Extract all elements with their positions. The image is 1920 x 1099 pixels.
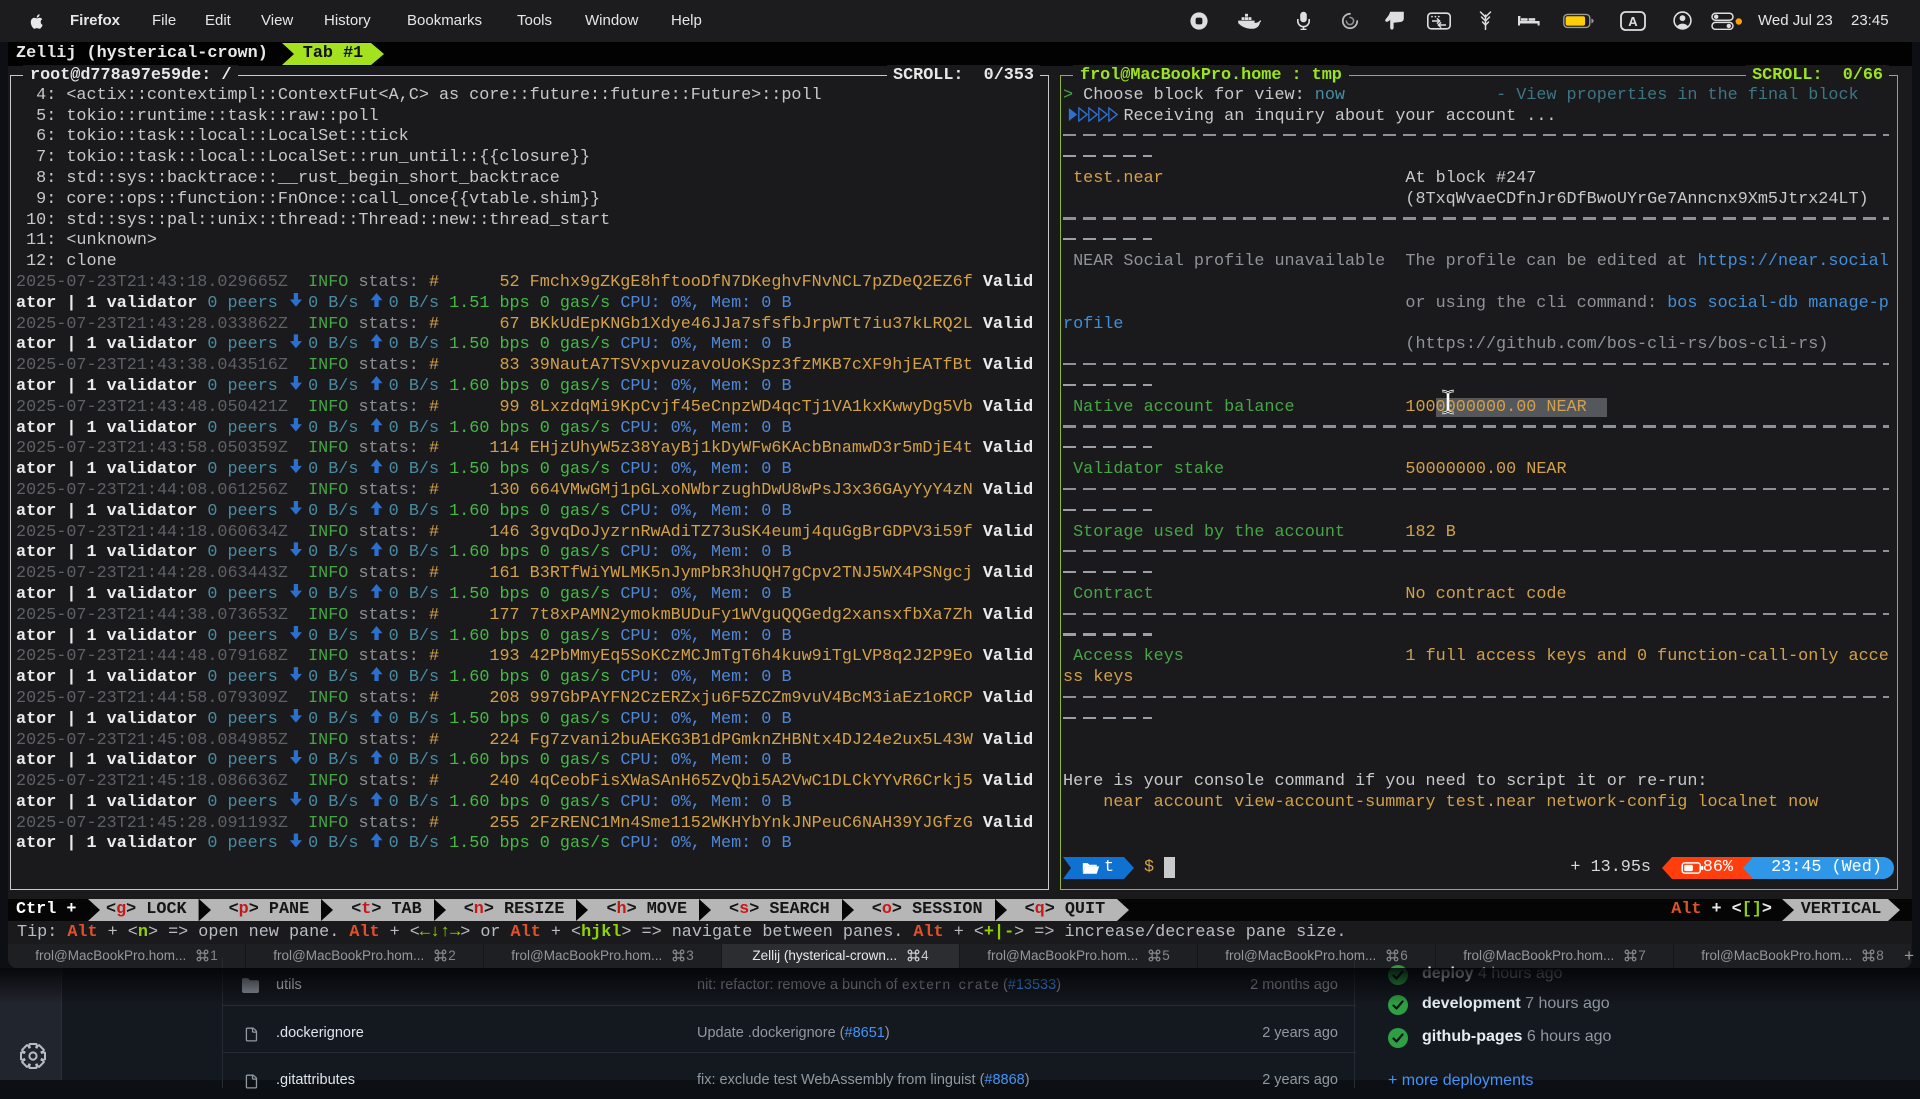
svg-text:A: A [1628,14,1638,29]
